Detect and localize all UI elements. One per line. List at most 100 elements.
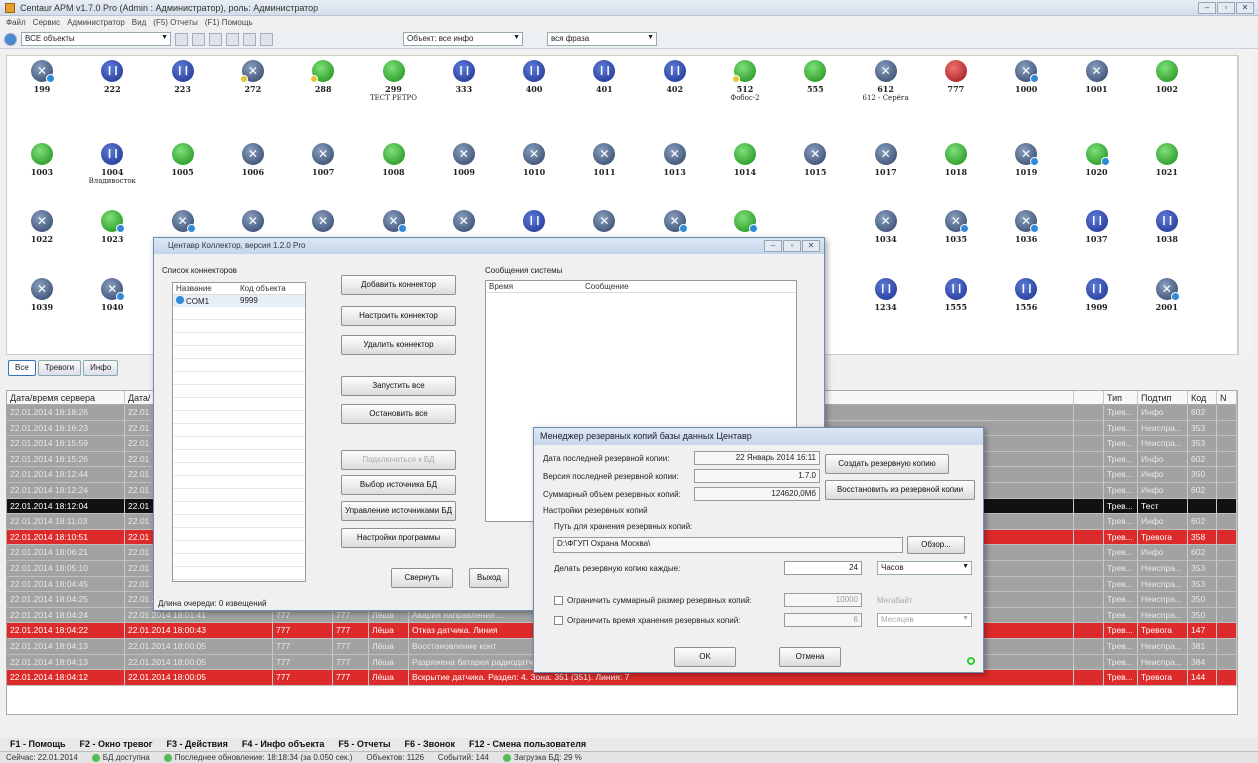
menu-service[interactable]: Сервис (33, 18, 60, 28)
object-tile[interactable]: 1039 (11, 278, 73, 312)
object-tile[interactable]: 401 (573, 60, 635, 94)
add-connector-button[interactable]: Добавить коннектор (341, 275, 456, 295)
object-tile[interactable]: 1000 (995, 60, 1057, 94)
object-tile[interactable] (644, 210, 706, 234)
object-tile[interactable]: 2001 (1136, 278, 1198, 312)
filter-combo[interactable]: Объект: все инфо ▼ (403, 32, 523, 46)
search-icon[interactable] (260, 32, 273, 46)
object-tile[interactable]: 1011 (573, 143, 635, 177)
object-tile[interactable]: 1909 (1066, 278, 1128, 312)
object-tile[interactable] (503, 210, 565, 234)
object-tile[interactable]: 1010 (503, 143, 565, 177)
object-tile[interactable] (714, 210, 776, 234)
globe-icon[interactable] (4, 32, 17, 46)
fkey-call[interactable]: F6 - Звонок (405, 739, 456, 750)
limit-time-unit-select[interactable]: Месяцев ▼ (877, 613, 972, 627)
minimize-button[interactable]: ‒ (1198, 2, 1216, 14)
grid-icon[interactable] (209, 32, 222, 46)
close-button[interactable]: ✕ (802, 240, 820, 252)
object-tile[interactable]: 1037 (1066, 210, 1128, 244)
object-tile[interactable]: 1017 (855, 143, 917, 177)
manage-sources-button[interactable]: Управление источниками БД (341, 501, 456, 521)
limit-time-input[interactable]: 6 (784, 613, 862, 627)
header-n[interactable]: N (1217, 391, 1237, 404)
tab-alarms[interactable]: Тревоги (37, 360, 82, 376)
object-tile[interactable]: 1023 (81, 210, 143, 244)
header-server-time[interactable]: Дата/время сервера (7, 391, 125, 404)
stop-all-button[interactable]: Остановить все (341, 404, 456, 424)
object-tile[interactable]: 1009 (433, 143, 495, 177)
object-tile[interactable]: 288 (292, 60, 354, 94)
object-tile[interactable]: 1008 (363, 143, 425, 177)
object-tile[interactable]: 612612 - Серёга (855, 60, 917, 103)
object-tile[interactable] (152, 210, 214, 234)
objects-scrollbar[interactable] (1238, 55, 1252, 355)
object-tile[interactable]: 1022 (11, 210, 73, 244)
ok-button[interactable]: OK (674, 647, 736, 667)
menu-file[interactable]: Файл (6, 18, 26, 28)
object-tile[interactable]: 1006 (222, 143, 284, 177)
filter-icon[interactable] (192, 32, 205, 46)
print-icon[interactable] (175, 32, 188, 46)
delete-connector-button[interactable]: Удалить коннектор (341, 335, 456, 355)
header-type[interactable]: Тип (1104, 391, 1138, 404)
object-tile[interactable]: 1007 (292, 143, 354, 177)
fkey-alarms[interactable]: F2 - Окно тревог (80, 739, 153, 750)
object-tile[interactable]: 555 (784, 60, 846, 94)
object-tile[interactable]: 1005 (152, 143, 214, 177)
header-subtype[interactable]: Подтип (1138, 391, 1188, 404)
object-tile[interactable]: 1036 (995, 210, 1057, 244)
object-tile[interactable]: 272 (222, 60, 284, 94)
object-tile[interactable]: 1556 (995, 278, 1057, 312)
object-tile[interactable]: 400 (503, 60, 565, 94)
cancel-button[interactable]: Отмена (779, 647, 841, 667)
maximize-button[interactable]: ▫ (783, 240, 801, 252)
object-tile[interactable]: 223 (152, 60, 214, 94)
config-connector-button[interactable]: Настроить коннектор (341, 306, 456, 326)
object-tile[interactable]: 222 (81, 60, 143, 94)
object-tile[interactable]: 1021 (1136, 143, 1198, 177)
db-source-button[interactable]: Выбор источника БД (341, 475, 456, 495)
object-tile[interactable] (222, 210, 284, 234)
menu-view[interactable]: Вид (132, 18, 146, 28)
fkey-object-info[interactable]: F4 - Инфо объекта (242, 739, 325, 750)
object-tile[interactable]: 1019 (995, 143, 1057, 177)
object-tile[interactable]: 333 (433, 60, 495, 94)
object-tile[interactable]: 402 (644, 60, 706, 94)
object-tile[interactable] (433, 210, 495, 234)
header-col[interactable] (1074, 391, 1104, 404)
minimize-button[interactable]: ‒ (764, 240, 782, 252)
object-tile[interactable]: 1014 (714, 143, 776, 177)
object-tile[interactable]: 1015 (784, 143, 846, 177)
connect-db-button[interactable]: Подключиться к БД (341, 450, 456, 470)
object-tile[interactable] (363, 210, 425, 234)
exit-button[interactable]: Выход (469, 568, 509, 588)
header-code[interactable]: Код (1188, 391, 1217, 404)
object-tile[interactable]: 512 Фобос-2 (714, 60, 776, 103)
object-tile[interactable]: 1003 (11, 143, 73, 177)
limit-size-input[interactable]: 10000 (784, 593, 862, 607)
chart-icon[interactable] (243, 32, 256, 46)
object-tile[interactable]: 1040 (81, 278, 143, 312)
connectors-list[interactable]: Название Код объекта COM1 9999 (172, 282, 306, 582)
list-item[interactable]: COM1 9999 (173, 295, 305, 307)
object-tile[interactable]: 1002 (1136, 60, 1198, 94)
object-tile[interactable]: 1004Владивосток (81, 143, 143, 186)
object-tile[interactable]: 1035 (925, 210, 987, 244)
object-tile[interactable]: 1020 (1066, 143, 1128, 177)
phrase-combo[interactable]: вся фраза ▼ (547, 32, 657, 46)
tab-all[interactable]: Все (8, 360, 36, 376)
browse-button[interactable]: Обзор... (907, 536, 965, 554)
object-tile[interactable]: 1018 (925, 143, 987, 177)
object-tile[interactable]: 199 (11, 60, 73, 94)
object-tile[interactable] (573, 210, 635, 234)
object-tile[interactable]: 1034 (855, 210, 917, 244)
program-settings-button[interactable]: Настройки программы (341, 528, 456, 548)
menu-help[interactable]: (F1) Помощь (205, 18, 253, 28)
menu-reports[interactable]: (F5) Отчеты (153, 18, 198, 28)
restore-backup-button[interactable]: Восстановить из резервной копии (825, 480, 975, 500)
fkey-reports[interactable]: F5 - Отчеты (338, 739, 390, 750)
settings-icon[interactable] (226, 32, 239, 46)
limit-time-checkbox[interactable] (554, 616, 563, 625)
fkey-help[interactable]: F1 - Помощь (10, 739, 66, 750)
